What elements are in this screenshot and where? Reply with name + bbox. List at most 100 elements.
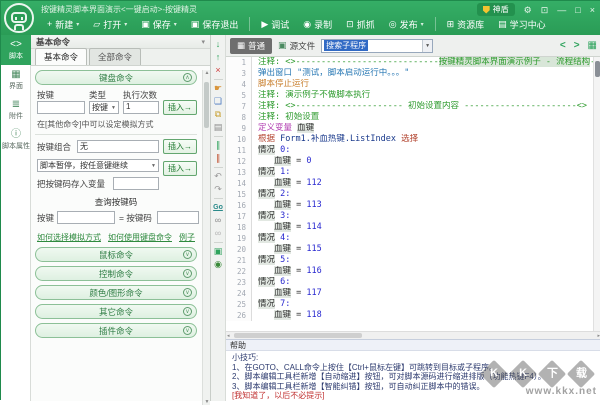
code-text: 情况 6: <box>252 277 290 288</box>
query-code-input[interactable] <box>157 211 199 224</box>
section-label: 键盘命令 <box>99 72 133 84</box>
sidebar-item-attachments[interactable]: ≣附件 <box>1 95 31 125</box>
expand-icon[interactable]: ∨ <box>183 269 192 278</box>
section-color-graphic-commands[interactable]: 颜色/图形命令∨ <box>35 285 197 300</box>
scroll-left-icon[interactable]: ◂ <box>227 332 230 340</box>
scroll-up-icon[interactable]: ▲ <box>203 70 211 76</box>
count-input[interactable]: 1 <box>123 101 159 114</box>
code-line: 5注释: 演示例子不做脚本执行 <box>226 90 600 101</box>
delete-line-icon[interactable]: × <box>212 64 225 77</box>
toolbar-button-record[interactable]: ◉录制 <box>297 16 338 33</box>
redo-icon[interactable]: ↷ <box>212 183 225 196</box>
section-plugin-commands[interactable]: 插件命令∨ <box>35 323 197 338</box>
toolbar-button-capture[interactable]: ⊡抓抓 <box>340 16 381 33</box>
panel-body: 键盘命令 ∧ 按键 类型 执行次数 按键 ▼ 1 插入→ 在[其他命令]中可以设… <box>31 70 210 405</box>
normal-mode-button[interactable]: ▦ 普通 <box>230 38 272 54</box>
scroll-thumb[interactable] <box>595 61 600 77</box>
minimize-icon[interactable]: — <box>557 5 566 15</box>
insert-down-icon[interactable]: ↓ <box>212 38 225 51</box>
code-line: 11情况 0: <box>226 145 600 156</box>
insert-key-button[interactable]: 插入→ <box>163 100 197 115</box>
type-select[interactable]: 按键 ▼ <box>89 101 119 114</box>
app-logo-icon <box>4 3 34 33</box>
scroll-thumb[interactable] <box>234 333 362 338</box>
expand-icon[interactable]: ∨ <box>183 288 192 297</box>
move-up-icon[interactable]: ↑ <box>212 51 225 64</box>
find-icon[interactable]: ∞ <box>212 214 225 227</box>
code-text: 血键 = 114 <box>252 222 322 233</box>
code-segment: = <box>291 244 306 254</box>
sidebar-item-properties[interactable]: ⓘ脚本属性 <box>1 125 31 155</box>
link-example[interactable]: 例子 <box>179 232 195 243</box>
toolbar-button-open[interactable]: ▱打开▾ <box>87 16 133 33</box>
panel-tab-全部命令[interactable]: 全部命令 <box>89 48 141 65</box>
code-text: 情况 1: <box>252 167 290 178</box>
pause-select[interactable]: 脚本暂停，按任意键继续 ▼ <box>37 159 159 172</box>
help-dismiss-link[interactable]: [我知道了，以后不必提示] <box>232 391 324 400</box>
sidebar-item-script[interactable]: <>脚本 <box>1 35 31 65</box>
toolbar-button-debug[interactable]: ▶调试 <box>255 16 295 33</box>
panel-scrollbar[interactable]: ▲ ▼ <box>202 70 210 405</box>
expand-icon[interactable]: ∨ <box>183 307 192 316</box>
nav-back-icon[interactable]: < <box>560 40 566 51</box>
toolbar-button-publish[interactable]: ◎发布▾ <box>383 16 430 33</box>
nav-forward-icon[interactable]: > <box>574 40 580 51</box>
code-segment: 选择 <box>396 134 418 144</box>
code-segment: 血键 <box>274 156 291 166</box>
edit-toolbar: ↓↑×☛❏⧉▤∥∥↶↷Go∞∞▣◉ <box>211 35 226 401</box>
find-next-icon[interactable]: ∞ <box>212 227 225 240</box>
code-segment: 115 <box>306 244 321 254</box>
comment-icon[interactable]: ∥ <box>212 139 225 152</box>
code-line: 22血键 = 116 <box>226 266 600 277</box>
scroll-thumb[interactable] <box>204 82 209 128</box>
toolbar-button-save[interactable]: ▣保存▾ <box>135 16 183 33</box>
layout-grid-icon[interactable]: ▦ <box>588 40 597 51</box>
combo-input[interactable]: 无 <box>77 140 159 153</box>
editor-vscrollbar[interactable] <box>593 57 600 331</box>
section-mouse-commands[interactable]: 鼠标命令∨ <box>35 247 197 262</box>
query-key-input[interactable] <box>57 211 115 224</box>
paste-icon[interactable]: ▤ <box>212 121 225 134</box>
sidebar-item-ui[interactable]: ▦界面 <box>1 65 31 95</box>
insert-combo-button[interactable]: 插入→ <box>163 139 197 154</box>
select-icon[interactable]: ❏ <box>212 95 225 108</box>
code-segment: 情况 <box>258 255 275 265</box>
editor-hscrollbar[interactable]: ◂ ▸ <box>226 331 600 339</box>
subroutine-search-combobox[interactable]: 搜索子程序 ▼ <box>321 39 433 53</box>
close-icon[interactable]: × <box>590 5 595 15</box>
key-input[interactable] <box>37 101 85 114</box>
toolbar-button-resources[interactable]: ⊞资源库 <box>441 16 491 33</box>
panel-tab-基本命令[interactable]: 基本命令 <box>35 48 87 65</box>
link-how-use-keyboard[interactable]: 如何使用键盘命令 <box>108 232 172 243</box>
code-line: 10根据 Form1.补血热键.ListIndex 选择 <box>226 134 600 145</box>
hand-icon[interactable]: ☛ <box>212 82 225 95</box>
sim-mode-hint: 在[其他命令]中可以设定模拟方式 <box>37 119 201 130</box>
source-file-button[interactable]: ▣ 源文件 <box>278 40 315 52</box>
expand-icon[interactable]: ∨ <box>183 326 192 335</box>
code-segment: 血键 <box>274 288 291 298</box>
goto-icon[interactable]: Go <box>212 201 225 214</box>
section-control-commands[interactable]: 控制命令∨ <box>35 266 197 281</box>
section-keyboard-commands[interactable]: 键盘命令 ∧ <box>35 70 197 85</box>
collapse-icon[interactable]: ∧ <box>183 73 192 82</box>
code-text: 情况 3: <box>252 211 290 222</box>
toolbar-button-label: 打开 <box>103 18 121 31</box>
section-other-commands[interactable]: 其它命令∨ <box>35 304 197 319</box>
uncomment-icon[interactable]: ∥ <box>212 152 225 165</box>
window-icon[interactable]: ▣ <box>212 245 225 258</box>
toolbar-button-new[interactable]: +新建▾ <box>41 16 85 33</box>
insert-pause-button[interactable]: 插入→ <box>163 161 197 176</box>
toolbar-button-label: 保存 <box>153 18 171 31</box>
copy-icon[interactable]: ⧉ <box>212 108 225 121</box>
maximize-icon[interactable]: □ <box>575 5 580 15</box>
pin-icon[interactable]: ▾ <box>201 38 205 46</box>
toolbar-button-save-exit[interactable]: ▣保存退出 <box>185 16 245 33</box>
code-area[interactable]: 1注释: <>----------------------------按键精灵脚… <box>226 57 600 331</box>
undo-icon[interactable]: ↶ <box>212 170 225 183</box>
panel-tabs: 基本命令全部命令 <box>31 49 210 66</box>
expand-icon[interactable]: ∨ <box>183 250 192 259</box>
link-how-choose-sim[interactable]: 如何选择模拟方式 <box>37 232 101 243</box>
toolbar-button-learn[interactable]: ▤学习中心 <box>492 16 552 33</box>
store-keycode-input[interactable] <box>113 177 159 190</box>
eye-icon[interactable]: ◉ <box>212 258 225 271</box>
